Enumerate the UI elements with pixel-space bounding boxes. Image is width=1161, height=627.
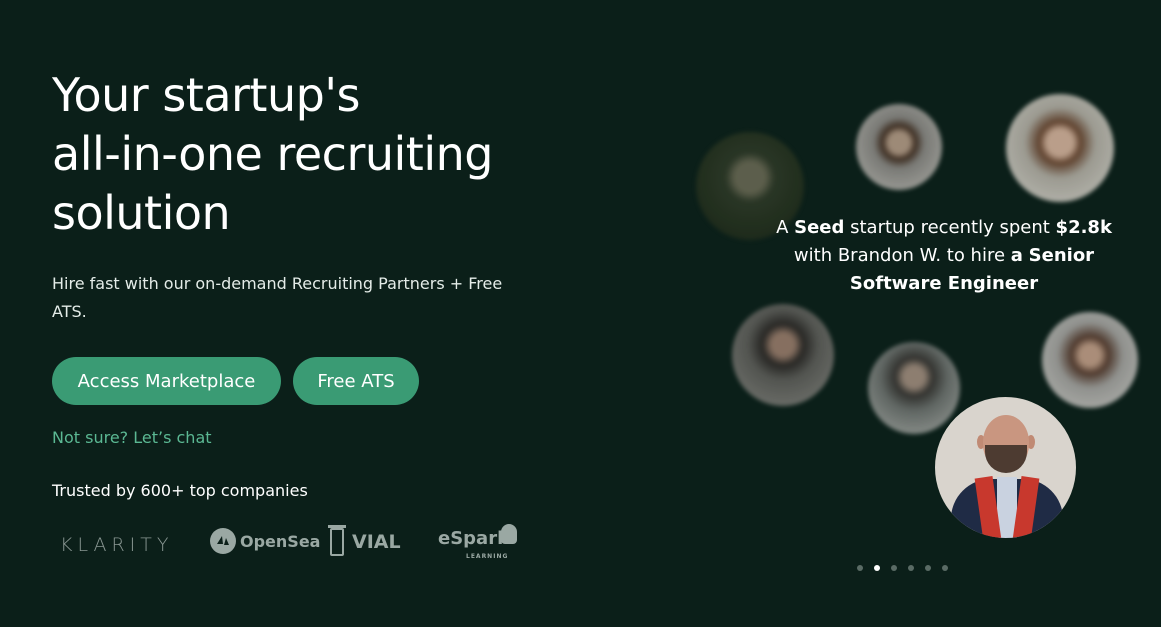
opensea-logo-text: OpenSea <box>240 531 321 551</box>
avatar <box>1042 312 1138 408</box>
carousel-dot[interactable] <box>925 565 931 571</box>
opensea-icon <box>210 528 236 554</box>
company-logos: KLARITY OpenSea VIAL eSpark LEARNING <box>60 524 530 564</box>
vial-icon <box>328 525 346 556</box>
access-marketplace-button[interactable]: Access Marketplace <box>52 357 281 405</box>
opensea-logo: OpenSea <box>210 528 320 554</box>
testimonial-recruiter: with Brandon W. to hire <box>793 245 1011 266</box>
recruiter-avatar <box>934 396 1077 539</box>
espark-logo-subtext: LEARNING <box>466 553 509 560</box>
hero-title-line-2: all-in-one recruiting <box>52 127 493 181</box>
testimonial-middle: startup recently spent <box>844 217 1056 238</box>
carousel-dot[interactable] <box>857 565 863 571</box>
lightbulb-icon <box>501 524 517 544</box>
avatar <box>732 304 834 406</box>
testimonial-amount: $2.8k <box>1055 217 1112 238</box>
espark-logo: eSpark LEARNING <box>438 524 517 560</box>
avatar <box>856 104 942 190</box>
vial-logo-text: VIAL <box>352 531 401 553</box>
hero-title-line-1: Your startup's <box>52 68 360 122</box>
testimonial-stage: Seed <box>794 217 845 238</box>
testimonial-text: A Seed startup recently spent $2.8k with… <box>760 214 1128 298</box>
vial-logo: VIAL <box>328 525 401 556</box>
testimonial-prefix: A <box>776 217 795 238</box>
hero-subtitle: Hire fast with our on-demand Recruiting … <box>52 274 503 321</box>
hero-title-line-3: solution <box>52 186 231 240</box>
avatar <box>1006 94 1114 202</box>
carousel-dots <box>857 565 948 571</box>
lets-chat-link[interactable]: Not sure? Let’s chat <box>52 428 212 447</box>
carousel-dot[interactable] <box>874 565 880 571</box>
trusted-by-text: Trusted by 600+ top companies <box>52 481 308 500</box>
klarity-logo: KLARITY <box>60 534 174 556</box>
carousel-dot[interactable] <box>891 565 897 571</box>
hero-title: Your startup's all-in-one recruiting sol… <box>52 66 572 243</box>
avatar <box>868 342 960 434</box>
testimonial-article: a <box>1010 245 1023 266</box>
espark-logo-text: eSpark <box>438 528 510 549</box>
carousel-dot[interactable] <box>908 565 914 571</box>
free-ats-button[interactable]: Free ATS <box>293 357 419 405</box>
carousel-dot[interactable] <box>942 565 948 571</box>
